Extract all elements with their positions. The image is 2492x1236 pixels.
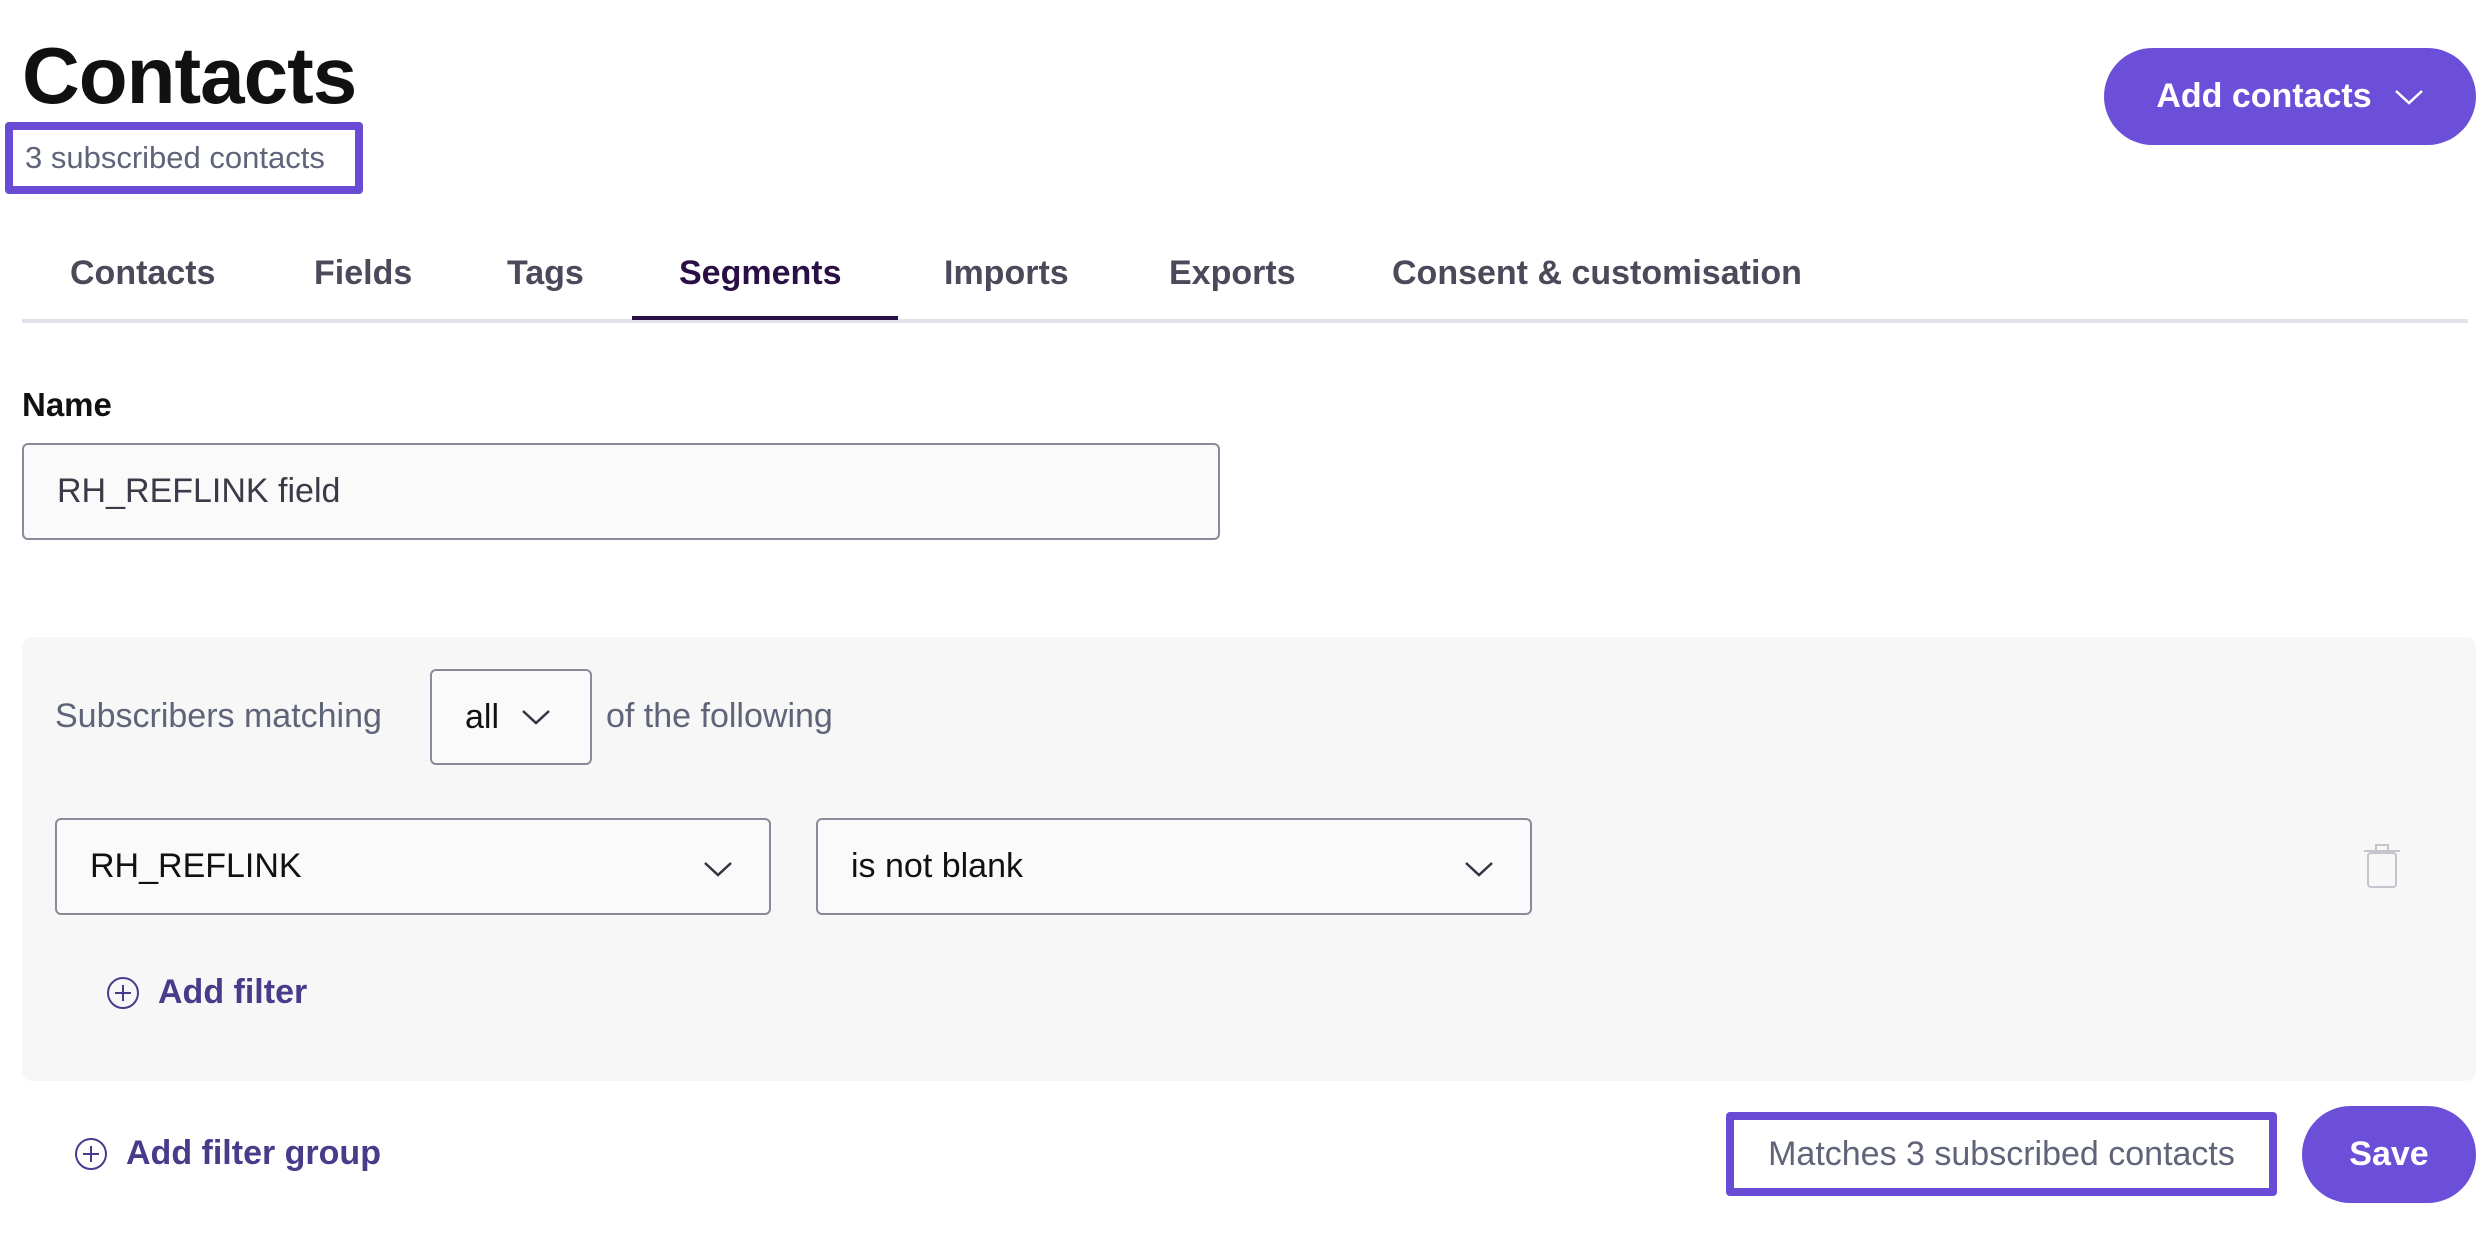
tab-contacts[interactable]: Contacts	[70, 254, 215, 293]
add-contacts-button[interactable]: Add contacts	[2104, 48, 2476, 145]
filter-field-select[interactable]: RH_REFLINK	[55, 818, 771, 915]
matching-suffix: of the following	[606, 697, 833, 735]
subscribed-count-highlight: 3 subscribed contacts	[5, 122, 363, 194]
active-tab-indicator	[632, 316, 898, 320]
add-filter-label: Add filter	[158, 973, 308, 1011]
chevron-down-icon	[1465, 862, 1493, 877]
match-mode-select[interactable]: all	[430, 669, 592, 765]
save-label: Save	[2349, 1135, 2429, 1173]
tab-fields[interactable]: Fields	[314, 254, 412, 293]
matching-prefix: Subscribers matching	[55, 697, 382, 735]
subscribed-count: 3 subscribed contacts	[25, 140, 325, 175]
name-label: Name	[22, 386, 112, 423]
chevron-down-icon	[522, 710, 550, 725]
page-title: Contacts	[22, 31, 357, 120]
filter-condition-value: is not blank	[851, 847, 1023, 885]
plus-circle-icon	[107, 976, 139, 1009]
tab-segments[interactable]: Segments	[679, 254, 842, 293]
tab-exports[interactable]: Exports	[1169, 254, 1296, 293]
match-count-highlight: Matches 3 subscribed contacts	[1726, 1112, 2277, 1196]
add-contacts-label: Add contacts	[2156, 77, 2372, 115]
tab-imports[interactable]: Imports	[944, 254, 1069, 293]
match-count-text: Matches 3 subscribed contacts	[1768, 1134, 2235, 1173]
add-filter-button[interactable]: Add filter	[106, 973, 307, 1012]
chevron-down-icon	[704, 862, 732, 877]
filter-condition-select[interactable]: is not blank	[816, 818, 1532, 915]
match-mode-value: all	[465, 697, 500, 736]
tab-bar: Contacts Fields Tags Segments Imports Ex…	[22, 230, 2468, 323]
tab-tags[interactable]: Tags	[507, 254, 584, 293]
segment-name-input[interactable]	[22, 443, 1220, 540]
tab-consent-customisation[interactable]: Consent & customisation	[1392, 254, 1802, 293]
filter-panel: Subscribers matching all of the followin…	[22, 637, 2476, 1081]
plus-circle-icon	[75, 1137, 107, 1170]
add-filter-group-button[interactable]: Add filter group	[74, 1134, 381, 1173]
chevron-down-icon	[2394, 89, 2423, 105]
trash-icon[interactable]	[2362, 843, 2402, 889]
add-filter-group-label: Add filter group	[126, 1134, 381, 1172]
filter-field-value: RH_REFLINK	[90, 847, 302, 885]
save-button[interactable]: Save	[2302, 1106, 2476, 1203]
